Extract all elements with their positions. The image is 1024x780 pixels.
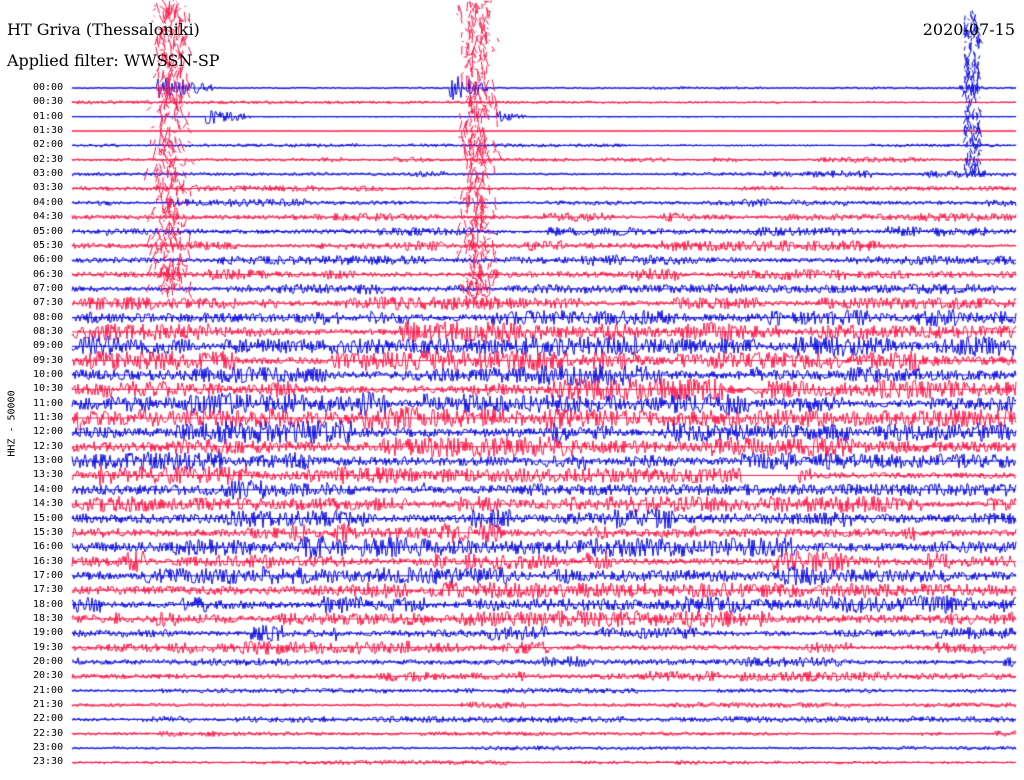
row-label: 19:30 <box>33 641 64 653</box>
row-label: 08:30 <box>33 325 64 337</box>
row-label: 10:30 <box>33 383 64 395</box>
row-label: 02:00 <box>33 139 64 151</box>
row-label: 06:00 <box>33 254 64 266</box>
row-label: 00:00 <box>33 82 64 93</box>
row-label: 16:00 <box>33 541 64 553</box>
row-label: 14:00 <box>33 483 64 495</box>
row-label: 17:00 <box>33 569 64 581</box>
row-label: 11:30 <box>33 412 64 424</box>
station-title: HT Griva (Thessaloniki) <box>7 20 200 39</box>
row-label: 02:30 <box>33 153 64 165</box>
row-label: 22:30 <box>33 727 64 739</box>
row-label: 20:00 <box>33 656 64 667</box>
row-label: 03:00 <box>33 168 64 180</box>
row-label: 23:00 <box>33 742 64 754</box>
row-label: 09:00 <box>33 340 64 352</box>
y-axis-label: HHZ - 50000 <box>6 390 18 457</box>
row-label: 06:30 <box>33 268 64 280</box>
helicorder-plot <box>0 0 1024 780</box>
row-label: 11:00 <box>33 397 64 409</box>
row-label: 12:30 <box>33 440 64 452</box>
row-label: 20:30 <box>33 670 64 682</box>
row-label: 05:30 <box>33 239 64 251</box>
row-label: 18:00 <box>33 598 64 610</box>
row-label: 14:30 <box>33 498 64 510</box>
row-label: 07:30 <box>33 297 64 309</box>
row-label: 04:30 <box>33 211 64 223</box>
row-label: 13:00 <box>33 455 64 467</box>
row-label: 15:00 <box>33 512 64 524</box>
row-label: 00:30 <box>33 96 64 108</box>
row-label: 18:30 <box>33 612 64 624</box>
row-label: 17:30 <box>33 584 64 596</box>
row-label: 23:30 <box>33 756 64 768</box>
filter-label: Applied filter: WWSSN-SP <box>7 51 220 70</box>
row-label: 22:00 <box>33 713 64 725</box>
row-label: 04:00 <box>33 196 64 208</box>
row-label: 01:00 <box>33 110 64 122</box>
date-label: 2020-07-15 <box>922 20 1015 39</box>
row-label: 05:00 <box>33 225 64 237</box>
row-label: 03:30 <box>33 182 64 194</box>
row-label: 07:00 <box>33 282 64 294</box>
row-label: 01:30 <box>33 125 64 137</box>
row-label: 08:00 <box>33 311 64 323</box>
row-label: 16:30 <box>33 555 64 567</box>
row-label: 19:00 <box>33 627 64 639</box>
row-label: 12:00 <box>33 426 64 438</box>
row-label: 21:00 <box>33 684 64 696</box>
row-label: 09:30 <box>33 354 64 366</box>
row-label: 21:30 <box>33 699 64 711</box>
row-label: 13:30 <box>33 469 64 481</box>
row-label: 10:00 <box>33 369 64 380</box>
row-label: 15:30 <box>33 526 64 538</box>
